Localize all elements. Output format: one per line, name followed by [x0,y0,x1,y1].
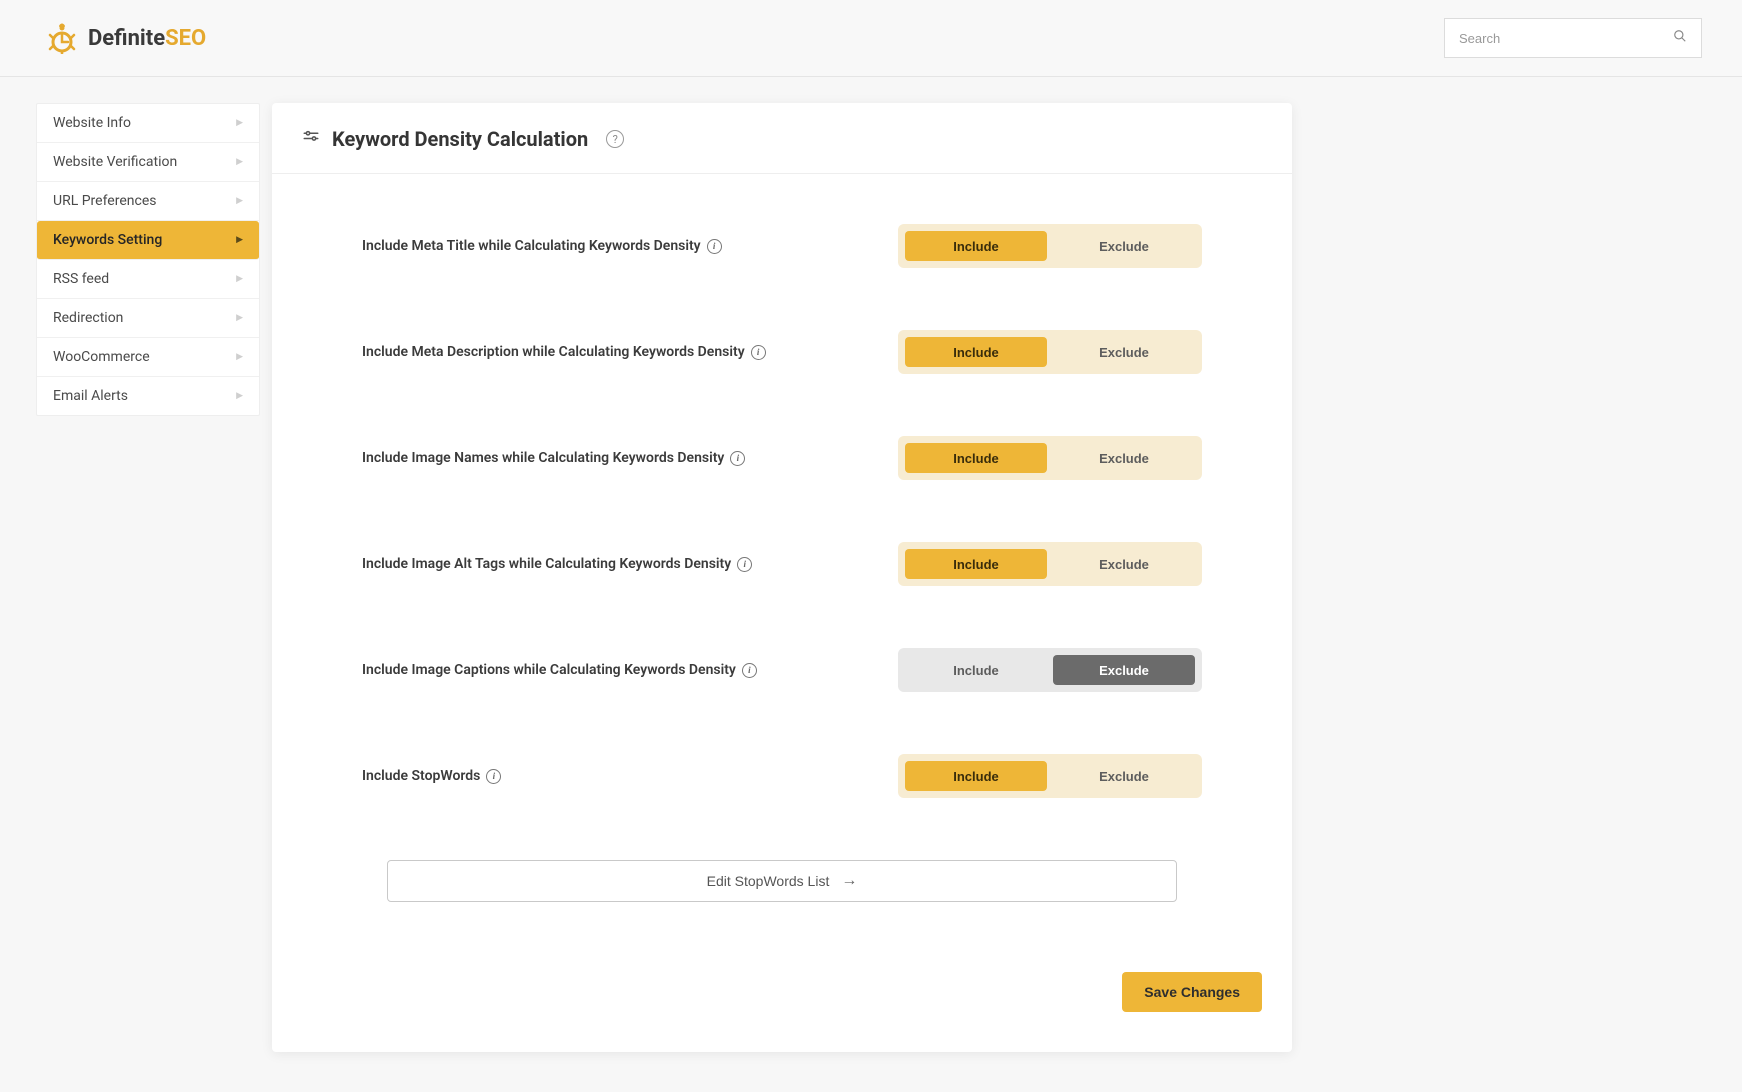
sidebar-item-rss-feed[interactable]: RSS feed ▶ [37,260,259,299]
setting-label-text: Include Meta Title while Calculating Key… [362,238,701,254]
header: DefiniteSEO [0,0,1742,77]
exclude-toggle[interactable]: Exclude [1053,231,1195,261]
setting-label: Include Meta Description while Calculati… [362,344,766,360]
sidebar: Website Info▶Website Verification▶URL Pr… [36,103,260,416]
brand-name-main: Definite [88,26,165,51]
panel-footer: Save Changes [272,972,1292,1052]
toggle-group: IncludeExclude [898,436,1202,480]
setting-row: Include Meta Title while Calculating Key… [362,224,1202,268]
arrow-right-icon: → [841,872,857,890]
include-toggle[interactable]: Include [905,655,1047,685]
toggle-group: IncludeExclude [898,648,1202,692]
setting-row: Include Image Alt Tags while Calculating… [362,542,1202,586]
sidebar-item-label: WooCommerce [53,349,150,365]
setting-label: Include Meta Title while Calculating Key… [362,238,722,254]
exclude-toggle[interactable]: Exclude [1053,655,1195,685]
sidebar-item-website-info[interactable]: Website Info ▶ [37,104,259,143]
setting-row: Include StopWords i IncludeExclude [362,754,1202,798]
setting-label-text: Include StopWords [362,768,480,784]
exclude-toggle[interactable]: Exclude [1053,761,1195,791]
gear-logo-icon [46,22,78,54]
exclude-toggle[interactable]: Exclude [1053,337,1195,367]
chevron-right-icon: ▶ [236,313,243,323]
toggle-group: IncludeExclude [898,754,1202,798]
info-icon[interactable]: i [751,345,766,360]
chevron-right-icon: ▶ [236,274,243,284]
main-layout: Website Info▶Website Verification▶URL Pr… [0,77,1742,1092]
edit-stopwords-button[interactable]: Edit StopWords List → [387,860,1177,902]
sidebar-item-label: Redirection [53,310,123,326]
sidebar-item-woocommerce[interactable]: WooCommerce ▶ [37,338,259,377]
include-toggle[interactable]: Include [905,443,1047,473]
setting-row: Include Image Names while Calculating Ke… [362,436,1202,480]
search-box[interactable] [1444,18,1702,58]
toggle-group: IncludeExclude [898,542,1202,586]
setting-label-text: Include Meta Description while Calculati… [362,344,745,360]
sidebar-item-label: Website Info [53,115,131,131]
info-icon[interactable]: i [737,557,752,572]
brand-logo[interactable]: DefiniteSEO [46,22,206,54]
sidebar-item-label: Website Verification [53,154,177,170]
toggle-group: IncludeExclude [898,224,1202,268]
panel-title: Keyword Density Calculation [332,127,588,151]
sidebar-item-redirection[interactable]: Redirection ▶ [37,299,259,338]
sidebar-item-email-alerts[interactable]: Email Alerts ▶ [37,377,259,415]
setting-label-text: Include Image Captions while Calculating… [362,662,736,678]
chevron-right-icon: ▶ [236,391,243,401]
chevron-right-icon: ▶ [236,157,243,167]
exclude-toggle[interactable]: Exclude [1053,549,1195,579]
setting-label: Include Image Captions while Calculating… [362,662,757,678]
brand-name: DefiniteSEO [88,26,206,51]
sidebar-item-keywords-setting[interactable]: Keywords Setting ▶ [37,221,259,260]
search-input[interactable] [1459,31,1673,46]
panel-body: Include Meta Title while Calculating Key… [272,174,1292,972]
setting-label: Include Image Names while Calculating Ke… [362,450,745,466]
exclude-toggle[interactable]: Exclude [1053,443,1195,473]
sidebar-item-label: RSS feed [53,271,109,287]
sidebar-item-label: Email Alerts [53,388,128,404]
sidebar-item-website-verification[interactable]: Website Verification ▶ [37,143,259,182]
chevron-right-icon: ▶ [236,235,243,245]
sidebar-item-label: Keywords Setting [53,232,162,248]
settings-panel: Keyword Density Calculation ? Include Me… [272,103,1292,1052]
info-icon[interactable]: i [486,769,501,784]
chevron-right-icon: ▶ [236,352,243,362]
setting-row: Include Image Captions while Calculating… [362,648,1202,692]
info-icon[interactable]: i [730,451,745,466]
info-icon[interactable]: i [707,239,722,254]
sidebar-item-label: URL Preferences [53,193,156,209]
sliders-icon [302,128,320,150]
chevron-right-icon: ▶ [236,118,243,128]
edit-stopwords-label: Edit StopWords List [707,873,830,889]
include-toggle[interactable]: Include [905,549,1047,579]
setting-label: Include StopWords i [362,768,501,784]
search-icon [1673,29,1687,47]
include-toggle[interactable]: Include [905,761,1047,791]
setting-label: Include Image Alt Tags while Calculating… [362,556,752,572]
setting-row: Include Meta Description while Calculati… [362,330,1202,374]
include-toggle[interactable]: Include [905,337,1047,367]
save-changes-button[interactable]: Save Changes [1122,972,1262,1012]
chevron-right-icon: ▶ [236,196,243,206]
brand-name-accent: SEO [165,26,206,51]
toggle-group: IncludeExclude [898,330,1202,374]
sidebar-item-url-preferences[interactable]: URL Preferences ▶ [37,182,259,221]
setting-label-text: Include Image Alt Tags while Calculating… [362,556,731,572]
help-icon[interactable]: ? [606,130,624,148]
include-toggle[interactable]: Include [905,231,1047,261]
info-icon[interactable]: i [742,663,757,678]
panel-header: Keyword Density Calculation ? [272,103,1292,174]
setting-label-text: Include Image Names while Calculating Ke… [362,450,724,466]
